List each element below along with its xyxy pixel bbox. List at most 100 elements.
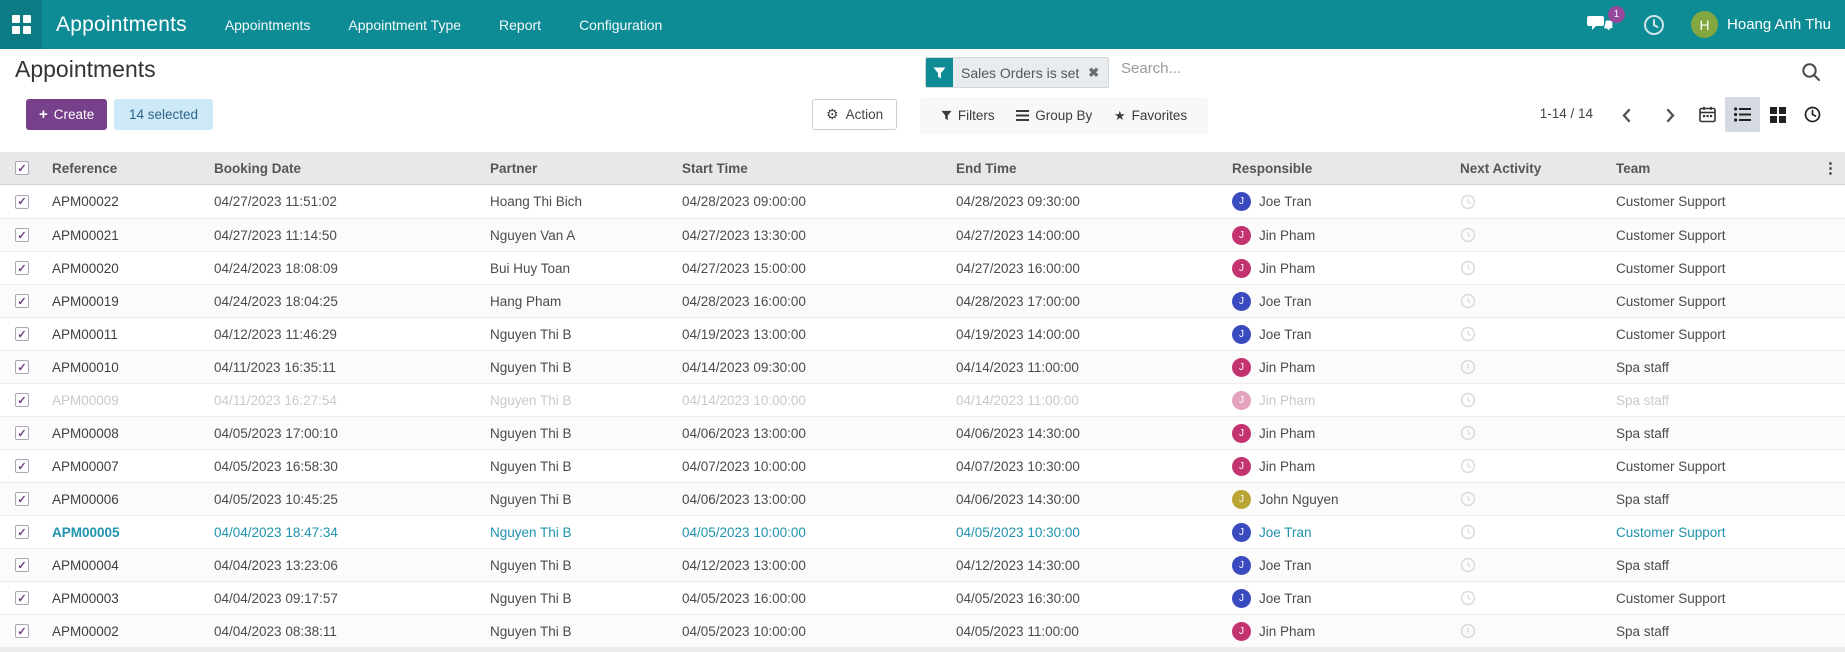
team-cell: Customer Support: [1616, 590, 1726, 606]
responsible-flex: J Jin Pham: [1232, 390, 1446, 410]
action-button[interactable]: ⚙ Action: [812, 99, 898, 130]
table-row[interactable]: ✓ APM00009 04/11/2023 16:27:54 Nguyen Thi B…: [0, 383, 1845, 416]
header-booking-date[interactable]: Booking Date: [210, 161, 486, 176]
row-checkbox[interactable]: ✓: [15, 624, 29, 638]
next-activity-cell[interactable]: [1450, 557, 1612, 573]
row-checkbox[interactable]: ✓: [15, 525, 29, 539]
booking-date-cell: 04/04/2023 09:17:57: [214, 590, 338, 606]
control-panel: + Create 14 selected ⚙ Action Filters Gr…: [0, 97, 1845, 134]
row-checkbox[interactable]: ✓: [15, 327, 29, 341]
row-checkbox[interactable]: ✓: [15, 360, 29, 374]
table-row[interactable]: ✓ APM00002 04/04/2023 08:38:11 Nguyen Thi B…: [0, 614, 1845, 647]
next-activity-cell[interactable]: [1450, 623, 1612, 639]
next-activity-cell[interactable]: [1450, 260, 1612, 276]
booking-date-cell: 04/27/2023 11:51:02: [214, 194, 337, 209]
row-checkbox[interactable]: ✓: [15, 459, 29, 473]
row-checkbox[interactable]: ✓: [15, 194, 29, 209]
search-input[interactable]: [1121, 60, 1681, 77]
row-checkbox-cell: ✓: [0, 294, 48, 308]
booking-date-cell: 04/05/2023 10:45:25: [214, 491, 338, 507]
column-options-icon[interactable]: ⋮: [1823, 160, 1838, 177]
header-next-activity[interactable]: Next Activity: [1450, 161, 1612, 176]
table-row[interactable]: ✓ APM00004 04/04/2023 13:23:06 Nguyen Thi B…: [0, 548, 1845, 581]
header-reference[interactable]: Reference: [48, 161, 210, 176]
activities-button[interactable]: [1643, 14, 1665, 36]
responsible-cell: J John Nguyen: [1228, 489, 1450, 509]
apps-menu-button[interactable]: [0, 0, 42, 49]
responsible-avatar: J: [1232, 225, 1251, 245]
menu-appointment-type[interactable]: Appointment Type: [348, 17, 461, 33]
next-activity-cell[interactable]: [1450, 590, 1612, 606]
reference-cell: APM00007: [52, 458, 119, 474]
header-partner[interactable]: Partner: [486, 161, 678, 176]
menu-report[interactable]: Report: [499, 17, 541, 33]
start-time-cell: 04/14/2023 09:30:00: [682, 359, 806, 375]
table-row[interactable]: ✓ APM00003 04/04/2023 09:17:57 Nguyen Thi B…: [0, 581, 1845, 614]
responsible-flex: J Joe Tran: [1232, 291, 1446, 311]
row-checkbox[interactable]: ✓: [15, 426, 29, 440]
table-row[interactable]: ✓ APM00011 04/12/2023 11:46:29 Nguyen Thi B…: [0, 317, 1845, 350]
table-row[interactable]: ✓ APM00006 04/05/2023 10:45:25 Nguyen Thi B…: [0, 482, 1845, 515]
table-row[interactable]: ✓ APM00019 04/24/2023 18:04:25 Hang Pham 04/…: [0, 284, 1845, 317]
row-checkbox[interactable]: ✓: [15, 492, 29, 506]
booking-date-cell: 04/24/2023 18:08:09: [214, 260, 338, 276]
next-activity-cell[interactable]: [1450, 392, 1612, 408]
pager-next-button[interactable]: [1657, 103, 1683, 127]
app-brand[interactable]: Appointments: [56, 13, 187, 37]
header-start-time[interactable]: Start Time: [678, 161, 952, 176]
menu-configuration[interactable]: Configuration: [579, 17, 662, 33]
row-checkbox-cell: ✓: [0, 459, 48, 473]
menu-appointments[interactable]: Appointments: [225, 17, 311, 33]
table-row[interactable]: ✓ APM00020 04/24/2023 18:08:09 Bui Huy Toan…: [0, 251, 1845, 284]
favorites-button[interactable]: ★ Favorites: [1114, 108, 1187, 124]
next-activity-cell[interactable]: [1450, 326, 1612, 342]
search-icon[interactable]: [1800, 61, 1822, 83]
create-button[interactable]: + Create: [26, 99, 108, 130]
facet-remove-icon[interactable]: ✖: [1087, 58, 1108, 87]
filters-button[interactable]: Filters: [941, 108, 995, 123]
calendar-view-button[interactable]: [1690, 97, 1725, 132]
row-checkbox[interactable]: ✓: [15, 393, 29, 407]
activity-view-button[interactable]: [1795, 97, 1830, 132]
next-activity-cell[interactable]: [1450, 458, 1612, 474]
list-view-button[interactable]: [1725, 97, 1760, 132]
pager-previous-button[interactable]: [1613, 103, 1639, 127]
table-row[interactable]: ✓ APM00007 04/05/2023 16:58:30 Nguyen Thi B…: [0, 449, 1845, 482]
next-activity-cell[interactable]: [1450, 194, 1612, 210]
row-checkbox[interactable]: ✓: [15, 558, 29, 572]
row-checkbox-cell: ✓: [0, 327, 48, 341]
table-row[interactable]: ✓ APM00022 04/27/2023 11:51:02 Hoang Thi Bi…: [0, 185, 1845, 218]
next-activity-cell[interactable]: [1450, 491, 1612, 507]
responsible-avatar: J: [1232, 489, 1251, 509]
row-checkbox[interactable]: ✓: [15, 228, 29, 242]
table-row[interactable]: ✓ APM00008 04/05/2023 17:00:10 Nguyen Thi B…: [0, 416, 1845, 449]
next-activity-cell[interactable]: [1450, 359, 1612, 375]
next-activity-cell[interactable]: [1450, 227, 1612, 243]
row-checkbox[interactable]: ✓: [15, 591, 29, 605]
header-end-time[interactable]: End Time: [952, 161, 1228, 176]
table-row[interactable]: ✓ APM00005 04/04/2023 18:47:34 Nguyen Thi B…: [0, 515, 1845, 548]
end-time-cell: 04/19/2023 14:00:00: [956, 326, 1080, 342]
user-name: Hoang Anh Thu: [1727, 16, 1831, 33]
facet-filter-icon: [926, 58, 953, 87]
kanban-view-button[interactable]: [1760, 97, 1795, 132]
header-team[interactable]: Team: [1612, 161, 1819, 176]
select-all-checkbox[interactable]: ✓: [15, 161, 29, 175]
team-cell: Customer Support: [1616, 293, 1726, 309]
next-activity-cell[interactable]: [1450, 524, 1612, 540]
booking-date-cell: 04/04/2023 18:47:34: [214, 524, 338, 540]
table-row[interactable]: ✓ APM00010 04/11/2023 16:35:11 Nguyen Thi B…: [0, 350, 1845, 383]
header-responsible[interactable]: Responsible: [1228, 161, 1450, 176]
next-activity-cell[interactable]: [1450, 425, 1612, 441]
next-activity-cell[interactable]: [1450, 293, 1612, 309]
top-menu: Appointments Appointment Type Report Con…: [225, 17, 663, 33]
row-checkbox[interactable]: ✓: [15, 294, 29, 308]
table-row[interactable]: ✓ APM00021 04/27/2023 11:14:50 Nguyen Van A…: [0, 218, 1845, 251]
row-checkbox[interactable]: ✓: [15, 261, 29, 275]
group-by-button[interactable]: Group By: [1016, 108, 1092, 123]
bottom-strip: [0, 647, 1845, 652]
user-menu[interactable]: H Hoang Anh Thu: [1691, 11, 1831, 38]
start-time-cell: 04/27/2023 15:00:00: [682, 260, 806, 276]
bars-icon: [1016, 110, 1030, 121]
messages-button[interactable]: 1: [1587, 5, 1626, 38]
